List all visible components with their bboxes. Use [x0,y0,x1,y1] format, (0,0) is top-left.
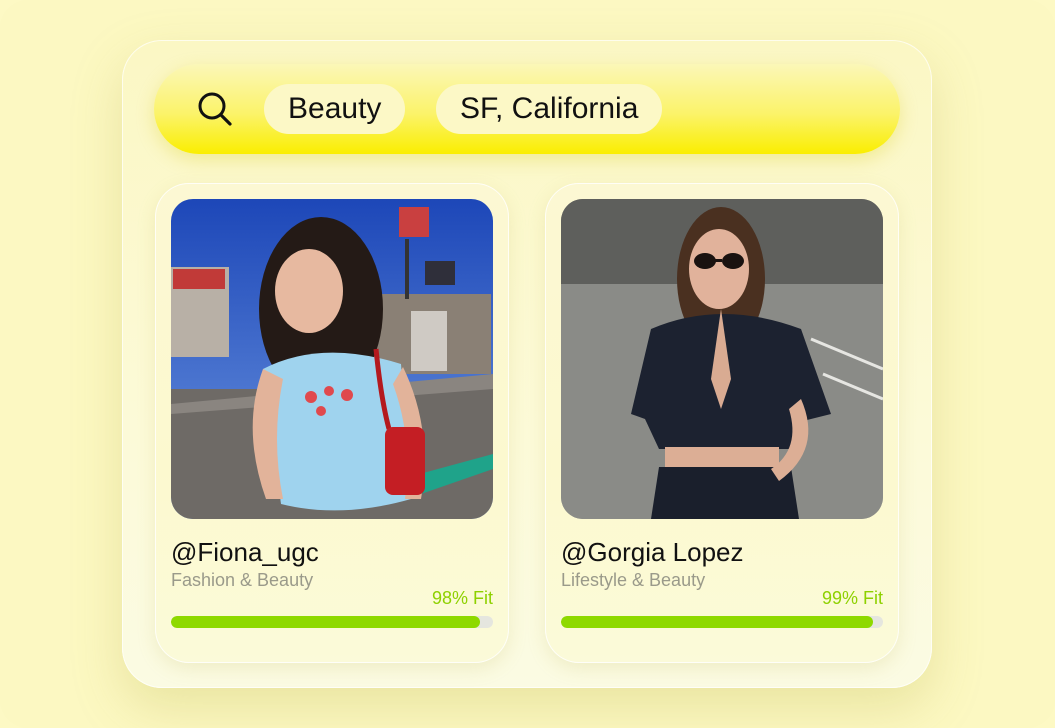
fit-progress-fill [561,616,874,628]
fit-score: 98% Fit [431,588,493,608]
search-icon[interactable] [196,90,234,128]
creator-handle[interactable]: @Fiona_ugc [171,537,319,568]
creator-category: Lifestyle & Beauty [561,570,706,590]
fit-score: 99% Fit [821,588,883,608]
creator-handle[interactable]: @Gorgia Lopez [561,537,744,568]
filter-chip-beauty[interactable]: Beauty [264,84,406,134]
creator-card[interactable]: @Fiona_ugc Fashion & Beauty 98% Fit [155,183,509,663]
creator-search-panel: Beauty SF, California @Fiona_ugc Fashion… [122,40,932,688]
fit-progress-bar [171,616,493,628]
creator-category: Fashion & Beauty [171,570,314,590]
app-background: Beauty SF, California @Fiona_ugc Fashion… [0,0,1055,728]
creator-card[interactable]: @Gorgia Lopez Lifestyle & Beauty 99% Fit [545,183,899,663]
fit-progress-fill [171,616,481,628]
creator-photo [171,199,493,519]
creator-photo [561,199,883,519]
filter-chip-location[interactable]: SF, California [436,84,663,134]
search-bar[interactable]: Beauty SF, California [154,64,900,154]
fit-progress-bar [561,616,883,628]
